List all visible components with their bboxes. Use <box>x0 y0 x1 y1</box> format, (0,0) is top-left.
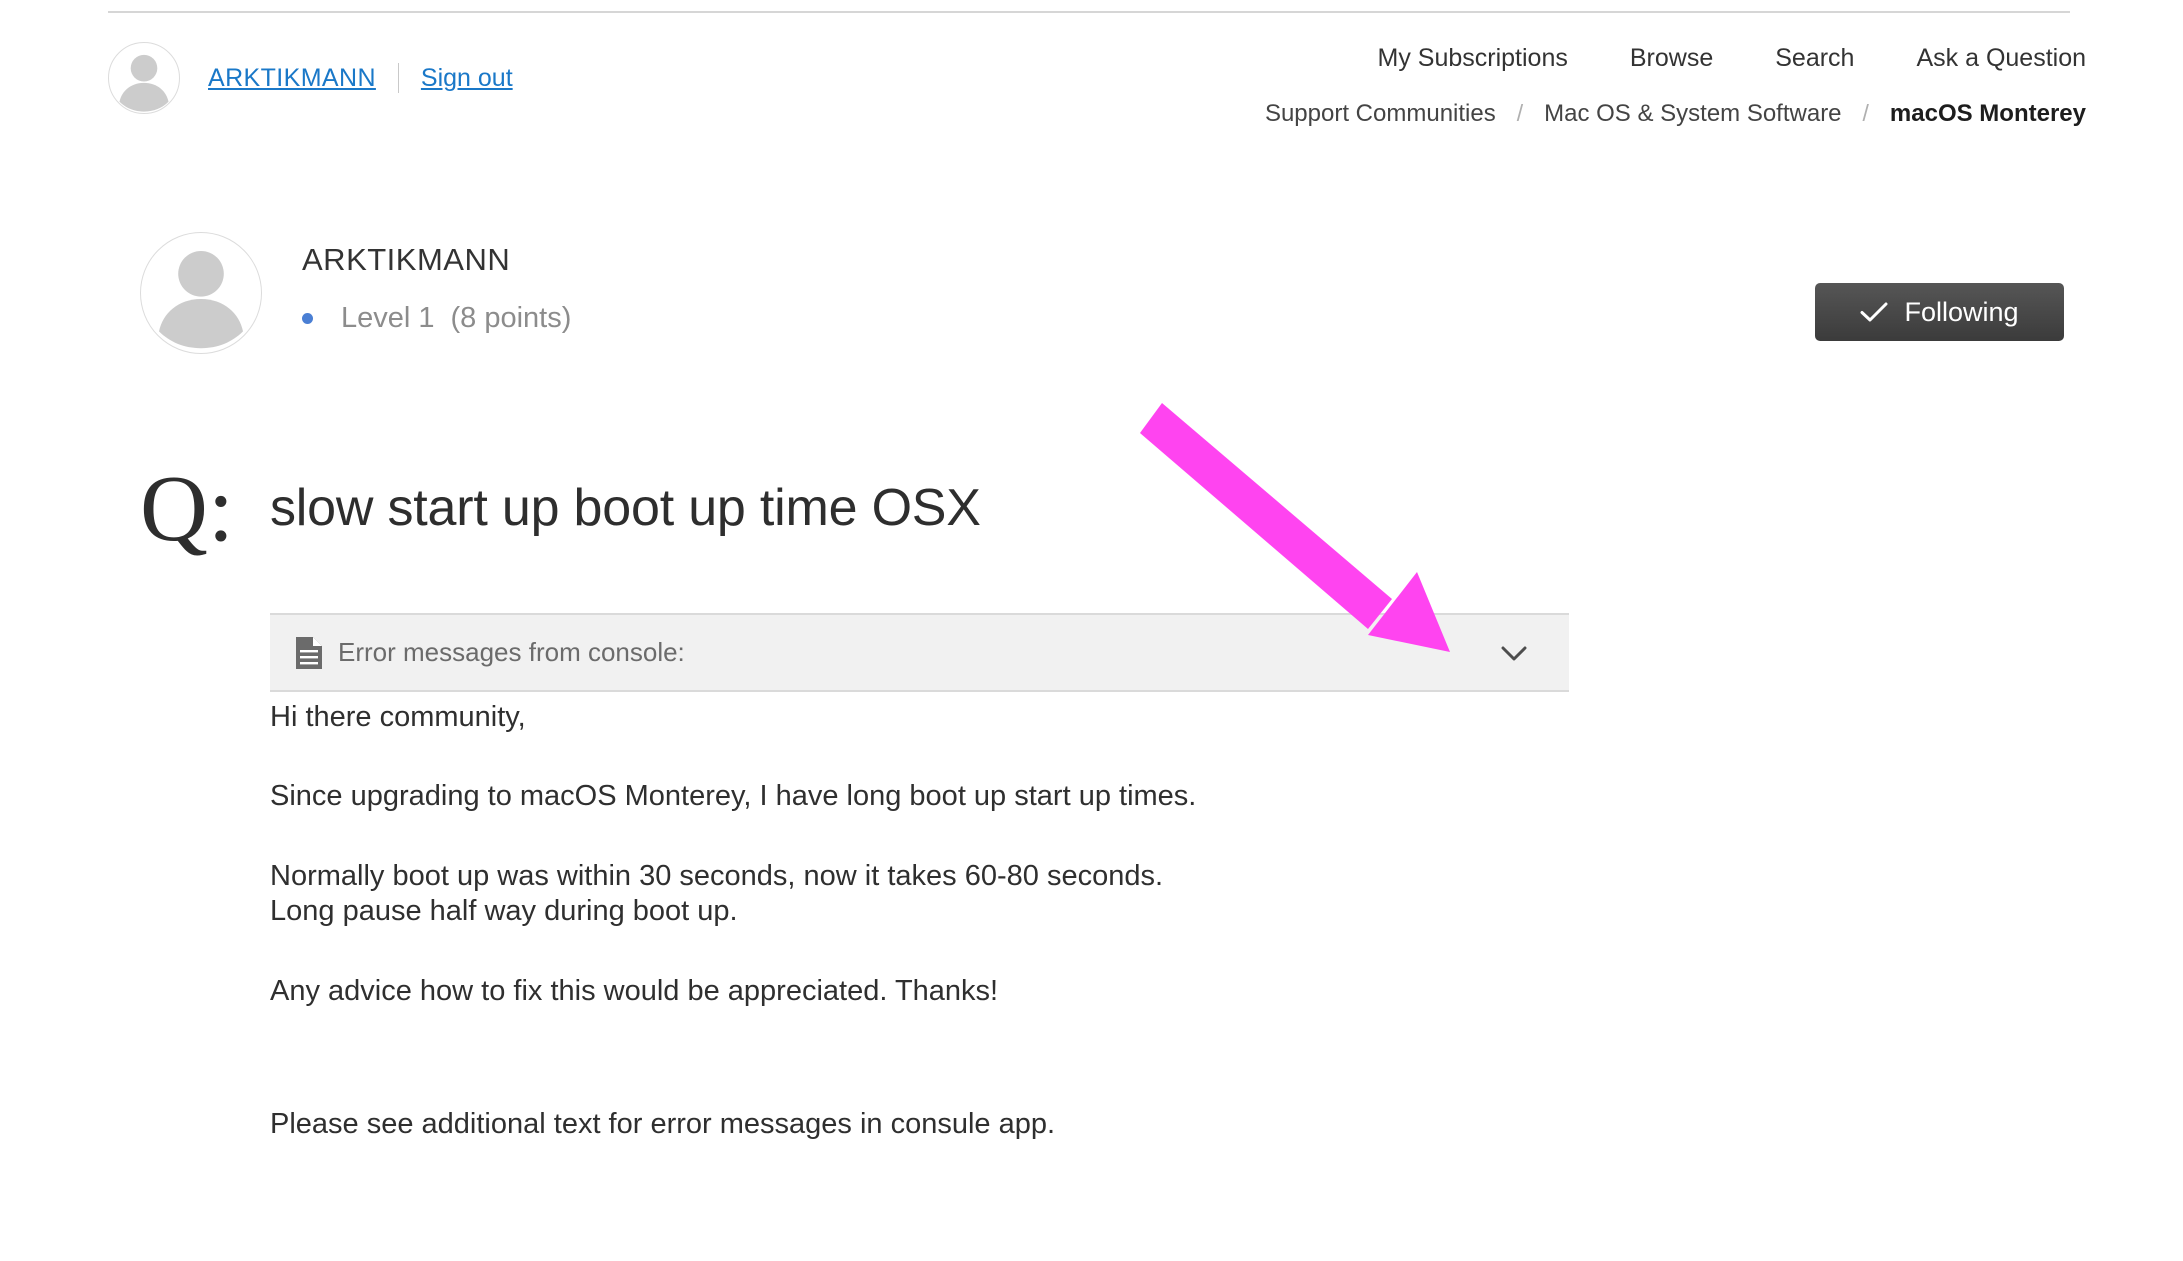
question-prefix: Q: <box>140 457 234 561</box>
primary-nav: My Subscriptions Browse Search Ask a Que… <box>1378 44 2086 73</box>
avatar[interactable] <box>140 232 262 354</box>
page-title: slow start up boot up time OSX <box>270 479 981 537</box>
header-username-link[interactable]: ARKTIKMANN <box>208 64 376 93</box>
breadcrumb-separator: / <box>1862 100 1869 126</box>
breadcrumb: Support Communities / Mac OS & System So… <box>1265 100 2086 128</box>
breadcrumb-item-support-communities[interactable]: Support Communities <box>1265 100 1496 128</box>
breadcrumb-item-mac-os-system-software[interactable]: Mac OS & System Software <box>1544 100 1841 128</box>
post-paragraph: Hi there community, <box>270 701 526 733</box>
author-details: ARKTIKMANN Level 1 (8 points) <box>302 232 571 335</box>
following-button[interactable]: Following <box>1815 283 2064 341</box>
author-name: ARKTIKMANN <box>302 242 511 277</box>
post-paragraph: Please see additional text for error mes… <box>270 1107 1056 1140</box>
author-level-row: Level 1 (8 points) <box>302 302 571 335</box>
sign-out-link[interactable]: Sign out <box>421 64 513 93</box>
post-paragraph: Long pause half way during boot up. <box>270 895 738 928</box>
post-body: Hi there community, Since upgrading to m… <box>270 700 2050 1142</box>
nav-search[interactable]: Search <box>1775 44 1854 73</box>
check-icon <box>1860 301 1888 323</box>
author-level: Level 1 <box>341 302 435 334</box>
author-profile: ARKTIKMANN Level 1 (8 points) <box>140 232 571 354</box>
author-points: (8 points) <box>450 302 572 334</box>
avatar[interactable] <box>108 42 180 114</box>
user-account-chip: ARKTIKMANN Sign out <box>108 42 513 114</box>
post-paragraph: Normally boot up was within 30 seconds, … <box>270 859 1164 892</box>
nav-my-subscriptions[interactable]: My Subscriptions <box>1378 44 1568 73</box>
page-header: ARKTIKMANN Sign out My Subscriptions Bro… <box>0 0 2183 150</box>
header-divider-vertical <box>397 63 399 93</box>
post-paragraph: Any advice how to fix this would be appr… <box>270 974 999 1007</box>
breadcrumb-item-macos-monterey: macOS Monterey <box>1889 100 2086 127</box>
document-icon <box>296 636 322 669</box>
post-paragraph: Since upgrading to macOS Monterey, I hav… <box>270 780 1197 813</box>
chevron-down-icon[interactable] <box>1497 636 1531 670</box>
attachment-label: Error messages from console: <box>338 637 685 667</box>
following-button-label: Following <box>1904 296 2019 327</box>
level-bullet-icon <box>302 313 313 324</box>
attachment-collapsible-bar[interactable]: Error messages from console: <box>270 613 1569 692</box>
nav-ask-a-question[interactable]: Ask a Question <box>1916 44 2086 73</box>
nav-browse[interactable]: Browse <box>1630 44 1713 73</box>
breadcrumb-separator: / <box>1516 100 1524 126</box>
